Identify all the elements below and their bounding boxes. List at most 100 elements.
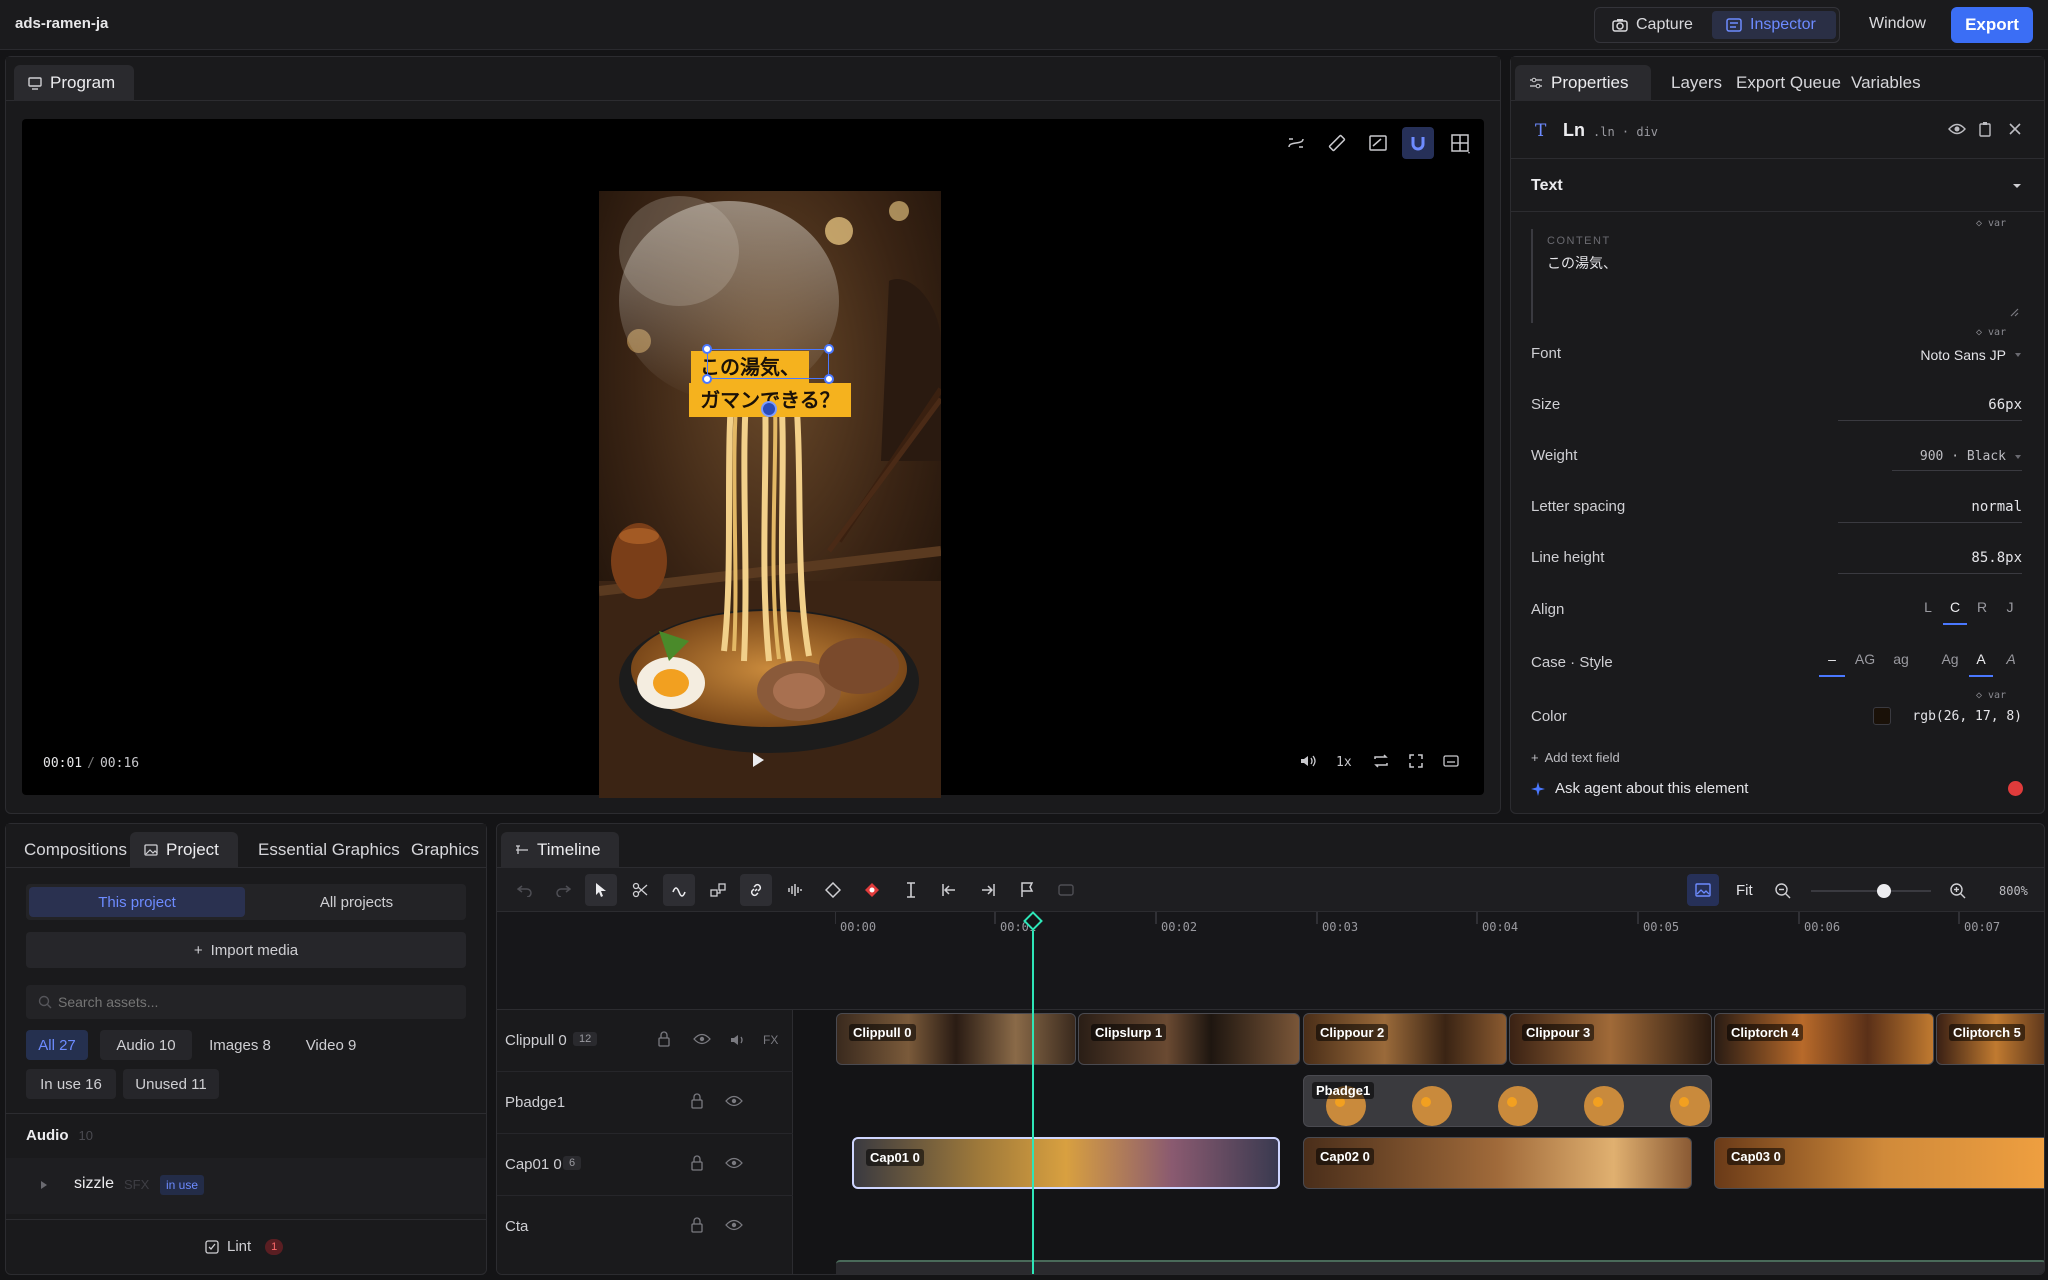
select-tool-icon[interactable] <box>585 874 617 906</box>
speed-button[interactable]: 1x <box>1336 755 1352 770</box>
eye-icon[interactable] <box>693 1033 711 1045</box>
track-header-2[interactable]: Pbadge1 <box>497 1072 793 1134</box>
case-lower-option[interactable]: ag <box>1887 651 1915 667</box>
weight-select[interactable]: 900 · Black <box>1892 443 2022 471</box>
clip-caption[interactable]: Cap02 0 <box>1303 1137 1692 1189</box>
style-normal-option[interactable]: A <box>1969 651 1993 677</box>
letter-spacing-input[interactable]: normal <box>1838 495 2022 523</box>
snap-magnet-icon[interactable] <box>1402 127 1434 159</box>
clip-partial[interactable] <box>836 1260 2044 1274</box>
redo-icon[interactable] <box>547 874 579 906</box>
zoom-slider[interactable] <box>1811 884 1931 898</box>
fullscreen-icon[interactable] <box>1408 753 1424 769</box>
snap-tool-icon[interactable] <box>702 874 734 906</box>
record-keyframe-icon[interactable] <box>856 874 888 906</box>
visibility-icon[interactable] <box>1948 122 1966 136</box>
ruler-icon[interactable] <box>1327 133 1347 153</box>
track-header-1[interactable]: Clippull 0 12 FX <box>497 1010 793 1072</box>
color-value[interactable]: rgb(26, 17, 8) <box>1912 709 2022 724</box>
case-upper-option[interactable]: AG <box>1851 651 1879 667</box>
search-input[interactable] <box>58 991 458 1013</box>
clip-video[interactable]: Clippour 3 <box>1509 1013 1712 1065</box>
tab-properties[interactable]: Properties <box>1515 65 1651 101</box>
audio-group-header[interactable]: Audio 10 <box>26 1127 93 1144</box>
render-icon[interactable] <box>1050 874 1082 906</box>
tab-project[interactable]: Project <box>130 832 238 868</box>
lock-icon[interactable] <box>690 1155 704 1171</box>
color-var-badge[interactable]: ◇ var <box>1976 690 2006 701</box>
path-tool-icon[interactable] <box>1286 133 1306 153</box>
align-left-option[interactable]: L <box>1916 599 1940 615</box>
asset-row[interactable]: sizzle SFX in use <box>6 1158 486 1214</box>
clip-caption[interactable]: Cap01 0 <box>852 1137 1280 1189</box>
clip-video[interactable]: Clippour 2 <box>1303 1013 1507 1065</box>
text-cursor-icon[interactable] <box>895 874 927 906</box>
copy-icon[interactable] <box>1978 121 1992 137</box>
go-to-start-icon[interactable] <box>933 874 965 906</box>
tab-export-queue[interactable]: Export Queue <box>1722 65 1855 101</box>
lock-icon[interactable] <box>690 1217 704 1233</box>
playhead[interactable] <box>1032 912 1034 1274</box>
close-icon[interactable] <box>2008 122 2022 136</box>
content-var-badge[interactable]: ◇ var <box>1976 218 2006 229</box>
align-center-option[interactable]: C <box>1943 599 1967 625</box>
lock-icon[interactable] <box>690 1093 704 1109</box>
import-media-button[interactable]: + Import media <box>26 932 466 968</box>
record-indicator[interactable] <box>2008 781 2023 796</box>
font-var-badge[interactable]: ◇ var <box>1976 327 2006 338</box>
filter-unused[interactable]: Unused 11 <box>123 1069 219 1099</box>
filter-in-use[interactable]: In use 16 <box>26 1069 116 1099</box>
clip-video[interactable]: Cliptorch 4 <box>1714 1013 1934 1065</box>
clip-video[interactable]: Clipslurp 1 <box>1078 1013 1300 1065</box>
razor-tool-icon[interactable] <box>624 874 656 906</box>
tab-program[interactable]: Program <box>14 65 134 101</box>
eye-icon[interactable] <box>725 1095 743 1107</box>
all-projects-option[interactable]: All projects <box>250 887 463 917</box>
tab-variables[interactable]: Variables <box>1837 65 1935 101</box>
grid-icon[interactable] <box>1450 133 1472 155</box>
zoom-in-icon[interactable] <box>1949 882 1967 900</box>
captions-icon[interactable] <box>1443 753 1459 769</box>
inspector-button[interactable]: Inspector <box>1712 11 1836 39</box>
waveform-icon[interactable] <box>779 874 811 906</box>
ripple-tool-icon[interactable] <box>663 874 695 906</box>
lock-icon[interactable] <box>657 1031 671 1047</box>
tab-essential-graphics[interactable]: Essential Graphics <box>244 832 414 868</box>
expand-icon[interactable] <box>40 1180 48 1190</box>
align-right-option[interactable]: R <box>1970 599 1994 615</box>
capture-button[interactable]: Capture <box>1598 11 1712 39</box>
filter-audio[interactable]: Audio 10 <box>100 1030 192 1060</box>
color-swatch[interactable] <box>1873 707 1891 725</box>
align-justify-option[interactable]: J <box>1998 599 2022 615</box>
export-button[interactable]: Export <box>1951 7 2033 43</box>
resize-grip-icon[interactable] <box>2009 307 2019 317</box>
speaker-icon[interactable] <box>729 1032 747 1048</box>
clip-video[interactable]: Cliptorch 5 <box>1936 1013 2044 1065</box>
link-icon[interactable] <box>740 874 772 906</box>
go-to-end-icon[interactable] <box>972 874 1004 906</box>
eye-icon[interactable] <box>725 1157 743 1169</box>
line-height-input[interactable]: 85.8px <box>1838 546 2022 574</box>
tab-compositions[interactable]: Compositions <box>10 832 141 868</box>
this-project-option[interactable]: This project <box>29 887 245 917</box>
search-field[interactable] <box>26 985 466 1019</box>
keyframe-icon[interactable] <box>817 874 849 906</box>
add-text-field-button[interactable]: + Add text field <box>1531 750 1620 765</box>
filter-all[interactable]: All 27 <box>26 1030 88 1060</box>
resize-handle-bl[interactable] <box>702 374 712 384</box>
play-button[interactable] <box>750 751 766 769</box>
clip-caption[interactable]: Cap03 0 <box>1714 1137 2044 1189</box>
video-frame[interactable]: この湯気、 ガマンできる？ <box>599 191 941 798</box>
ask-agent-button[interactable]: Ask agent about this element <box>1531 780 1748 797</box>
tab-graphics[interactable]: Graphics <box>397 832 493 868</box>
track-header-3[interactable]: Cap01 0 6 <box>497 1134 793 1196</box>
content-editor[interactable]: CONTENT この湯気、 <box>1531 229 2021 323</box>
font-select[interactable]: Noto Sans JP <box>1920 347 2022 363</box>
resize-handle-tr[interactable] <box>824 344 834 354</box>
safe-area-icon[interactable] <box>1368 133 1388 153</box>
case-title-option[interactable]: Ag <box>1937 651 1963 667</box>
rotate-handle[interactable] <box>761 401 777 417</box>
zoom-out-icon[interactable] <box>1774 882 1792 900</box>
clip-image[interactable]: Pbadge1 <box>1303 1075 1712 1127</box>
style-italic-option[interactable]: A <box>1999 651 2023 667</box>
